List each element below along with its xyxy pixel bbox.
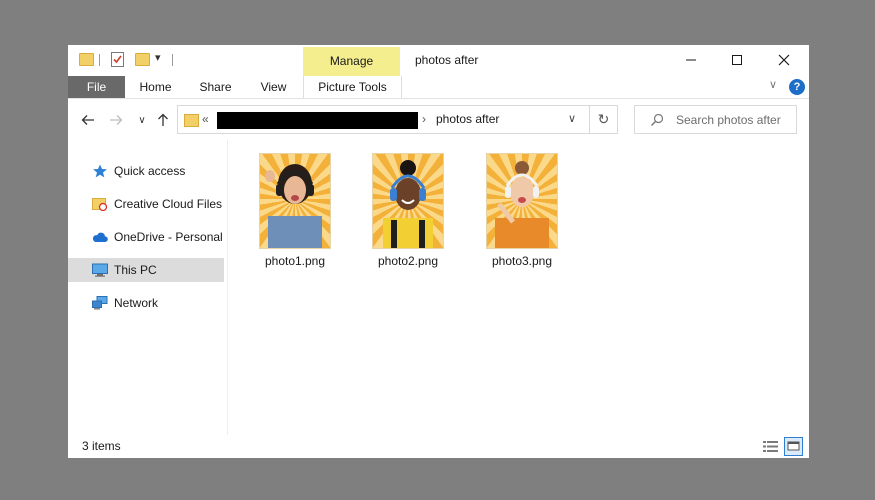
star-icon bbox=[92, 164, 108, 178]
large-icons-view-icon[interactable] bbox=[784, 437, 803, 456]
computer-icon bbox=[92, 263, 108, 277]
properties-icon[interactable] bbox=[111, 52, 124, 67]
sidebar-item-label: Quick access bbox=[114, 164, 186, 178]
cloud-icon bbox=[92, 230, 108, 244]
file-name: photo2.png bbox=[377, 254, 439, 268]
breadcrumb-separator: › bbox=[422, 112, 426, 126]
sidebar-item-label: Creative Cloud Files bbox=[114, 197, 223, 211]
search-placeholder: Search photos after bbox=[676, 113, 781, 127]
image-thumbnail bbox=[372, 153, 444, 249]
maximize-icon[interactable] bbox=[714, 45, 760, 75]
window-title: photos after bbox=[415, 53, 479, 67]
new-folder-icon[interactable] bbox=[135, 53, 150, 66]
forward-button[interactable] bbox=[106, 107, 126, 133]
manage-context-label: Manage bbox=[329, 54, 374, 68]
image-thumbnail bbox=[486, 153, 558, 249]
pane-divider bbox=[227, 140, 228, 435]
quick-access-folder-icon[interactable] bbox=[79, 53, 94, 66]
address-bar[interactable]: « › photos after ∨ bbox=[177, 105, 590, 134]
toolbar-separator bbox=[172, 54, 173, 66]
tab-file[interactable]: File bbox=[68, 76, 125, 98]
explorer-window: ▾ Manage photos after File Home Share Vi… bbox=[68, 45, 809, 458]
sidebar-item-label: This PC bbox=[114, 263, 157, 277]
up-button[interactable] bbox=[153, 107, 173, 133]
file-item[interactable]: photo2.png bbox=[366, 153, 450, 268]
ribbon-divider bbox=[68, 98, 809, 99]
toolbar-separator bbox=[99, 54, 100, 66]
recent-locations-icon[interactable]: ∨ bbox=[132, 107, 152, 133]
sidebar-item-this-pc[interactable]: This PC bbox=[68, 258, 224, 282]
file-item[interactable]: photo3.png bbox=[480, 153, 564, 268]
breadcrumb-current[interactable]: photos after bbox=[436, 112, 499, 126]
network-icon bbox=[92, 296, 108, 310]
redacted-path bbox=[217, 112, 418, 129]
creative-cloud-folder-icon bbox=[92, 197, 108, 212]
tab-view[interactable]: View bbox=[246, 76, 301, 98]
expand-ribbon-icon[interactable]: ∨ bbox=[769, 78, 777, 91]
details-view-icon[interactable] bbox=[761, 437, 780, 456]
file-name: photo1.png bbox=[264, 254, 326, 268]
address-overflow[interactable]: « bbox=[202, 112, 209, 126]
file-name: photo3.png bbox=[491, 254, 553, 268]
image-thumbnail bbox=[259, 153, 331, 249]
refresh-icon[interactable]: ↻ bbox=[590, 105, 618, 134]
address-folder-icon bbox=[184, 114, 199, 127]
sidebar-item-label: OneDrive - Personal bbox=[114, 230, 223, 244]
search-box[interactable]: Search photos after bbox=[634, 105, 797, 134]
help-icon[interactable]: ? bbox=[789, 79, 805, 95]
minimize-icon[interactable] bbox=[668, 45, 714, 75]
tab-share[interactable]: Share bbox=[188, 76, 243, 98]
address-dropdown-icon[interactable]: ∨ bbox=[568, 112, 576, 125]
file-item[interactable]: photo1.png bbox=[253, 153, 337, 268]
sidebar-item-quick-access[interactable]: Quick access bbox=[68, 159, 224, 183]
tab-picture-tools[interactable]: Picture Tools bbox=[303, 76, 402, 98]
status-item-count: 3 items bbox=[82, 439, 121, 453]
customize-qat-icon[interactable]: ▾ bbox=[155, 51, 161, 64]
sidebar-item-label: Network bbox=[114, 296, 159, 310]
tab-home[interactable]: Home bbox=[128, 76, 183, 98]
sidebar-item-onedrive[interactable]: OneDrive - Personal bbox=[68, 225, 224, 249]
sidebar-item-network[interactable]: Network bbox=[68, 291, 224, 315]
sidebar-item-creative-cloud[interactable]: Creative Cloud Files bbox=[68, 192, 224, 216]
close-icon[interactable] bbox=[761, 45, 807, 75]
search-icon bbox=[651, 113, 664, 126]
back-button[interactable] bbox=[78, 107, 98, 133]
